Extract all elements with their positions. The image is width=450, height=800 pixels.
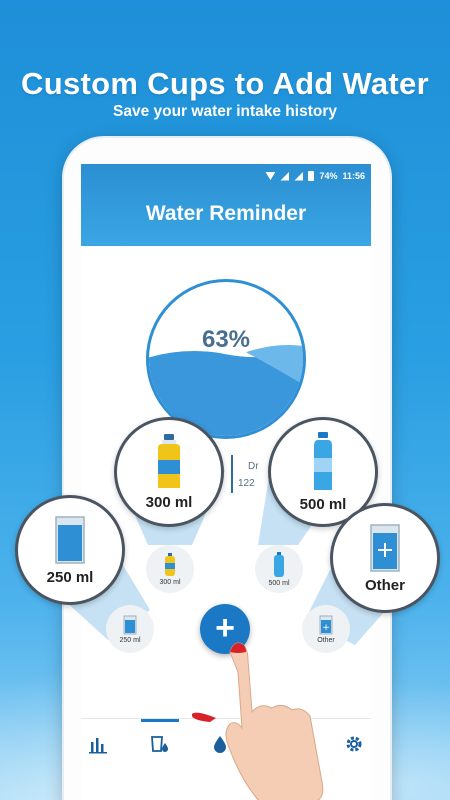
- callout-label: 300 ml: [145, 493, 193, 511]
- bottle-icon: [165, 552, 175, 576]
- bottle-icon: [158, 433, 180, 488]
- stats-divider: [231, 455, 233, 493]
- bottle-icon: [274, 551, 284, 577]
- cup-option-250ml[interactable]: 250 ml: [106, 605, 154, 653]
- battery-percent: 74%: [319, 171, 338, 181]
- callout-other: Other: [330, 503, 440, 613]
- battery-icon: [308, 171, 315, 181]
- water-progress-circle: 63%: [146, 279, 306, 439]
- water-percent-label: 63%: [201, 326, 251, 353]
- svg-text:+: +: [322, 623, 330, 633]
- water-fill: [149, 345, 303, 436]
- cup-label: 300 ml: [159, 578, 181, 586]
- callout-label: 250 ml: [46, 568, 94, 586]
- cup-icon[interactable]: [149, 733, 171, 755]
- pointing-hand-illustration: [191, 642, 324, 800]
- promo-title: Custom Cups to Add Water: [21, 66, 429, 101]
- cup-option-300ml[interactable]: 300 ml: [146, 545, 194, 593]
- stats-icon[interactable]: [87, 733, 109, 755]
- cup-label: 250 ml: [119, 636, 141, 644]
- glass-icon: [123, 615, 137, 634]
- callout-label: 500 ml: [299, 495, 347, 513]
- wifi-icon: [265, 172, 276, 180]
- promo-subtitle: Save your water intake history: [113, 103, 337, 120]
- cup-option-500ml[interactable]: 500 ml: [255, 545, 303, 593]
- stat-label: Dr: [248, 461, 259, 472]
- app-title: Water Reminder: [145, 202, 307, 225]
- cup-label: 500 ml: [268, 579, 290, 587]
- callout-300ml: 300 ml: [114, 417, 224, 527]
- callout-label: Other: [364, 576, 405, 594]
- clock: 11:56: [342, 171, 365, 181]
- bottle-icon: [314, 431, 332, 490]
- stat-value: 122: [238, 478, 255, 489]
- callout-250ml: 250 ml: [15, 495, 125, 605]
- signal-icon: [294, 171, 304, 181]
- custom-cup-icon: [370, 523, 400, 572]
- nav-active-indicator: [141, 719, 179, 722]
- signal-icon: [280, 171, 290, 181]
- status-bar: 74% 11:56: [265, 168, 365, 184]
- glass-icon: [55, 515, 85, 564]
- app-bar: 74% 11:56 Water Reminder: [81, 164, 371, 246]
